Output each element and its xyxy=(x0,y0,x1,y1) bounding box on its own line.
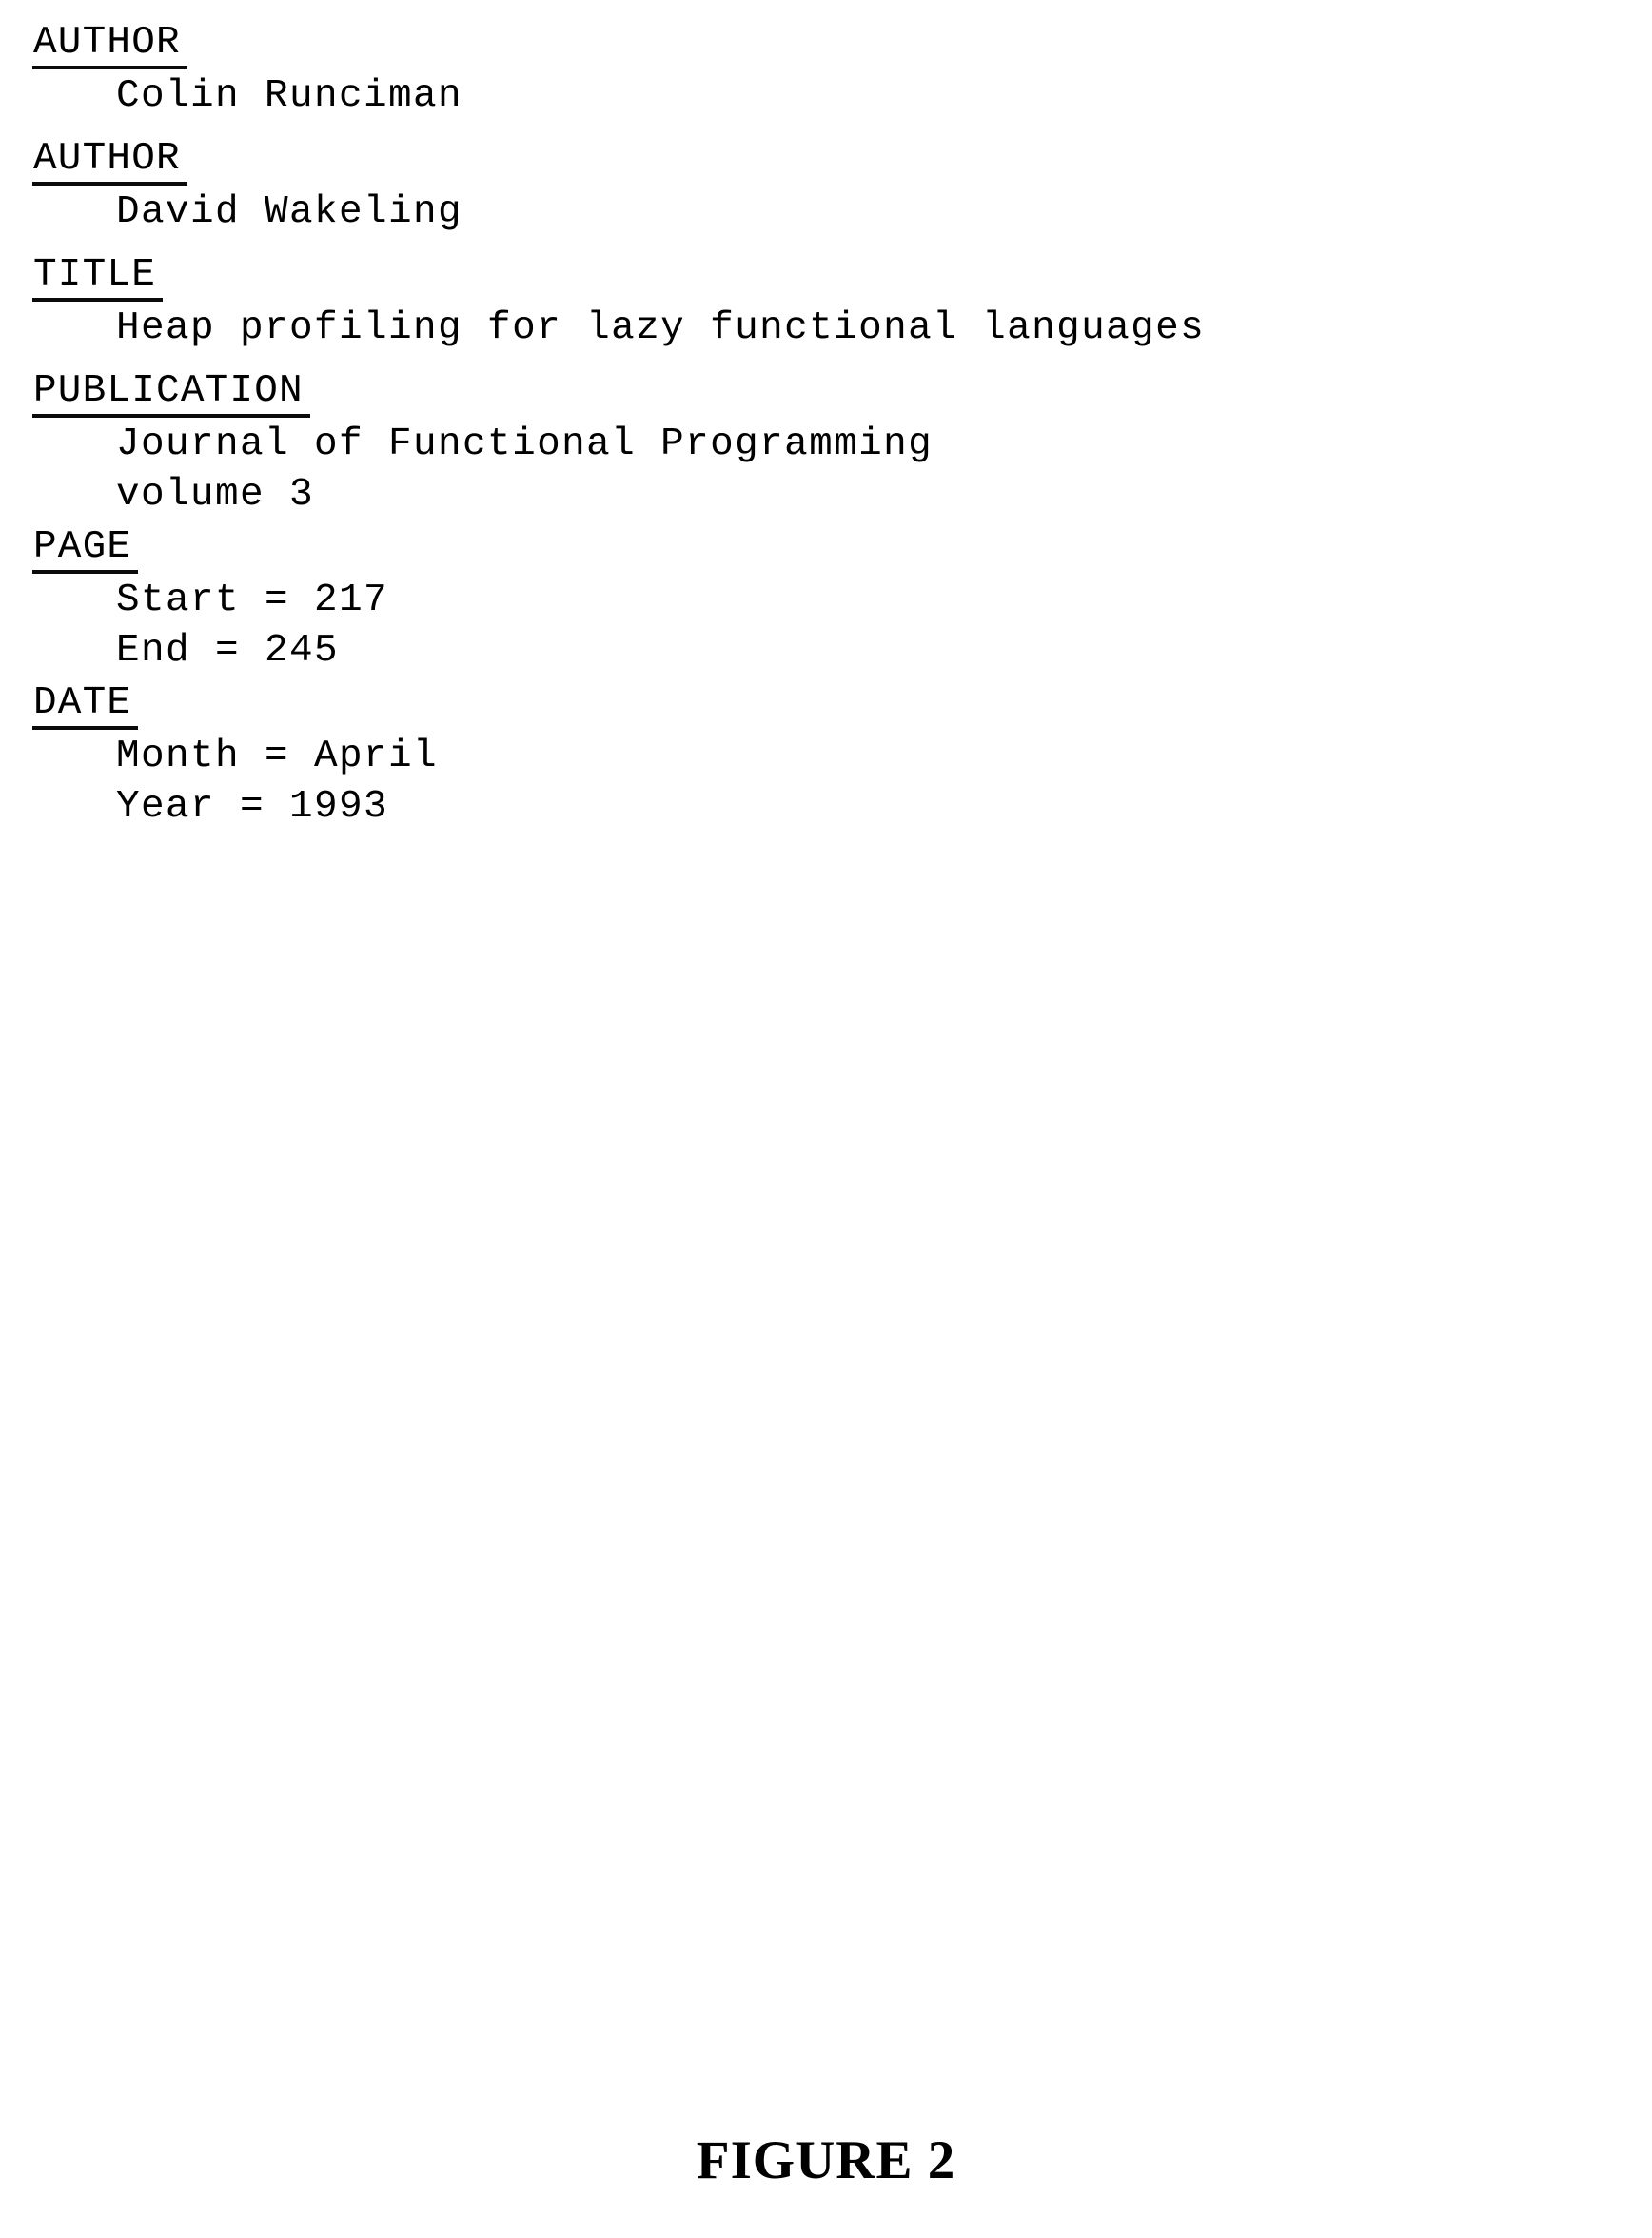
field-label-publication: PUBLICATION xyxy=(32,369,310,418)
field-values-author-2: David Wakeling xyxy=(116,187,462,238)
field-value-line: Colin Runciman xyxy=(116,74,463,118)
field-label-author-1: AUTHOR xyxy=(32,21,187,69)
field-label-page: PAGE xyxy=(31,525,139,574)
field-value-line: David Wakeling xyxy=(116,190,463,234)
field-value-line: End = 245 xyxy=(116,629,340,673)
field-values-title: Heap profiling for lazy functional langu… xyxy=(116,304,1205,354)
field-values-author-1: Colin Runciman xyxy=(116,71,462,122)
field-label-date: DATE xyxy=(31,681,139,730)
field-value-line: Journal of Functional Programming xyxy=(116,422,934,466)
field-values-page: Start = 217 End = 245 xyxy=(116,576,388,677)
field-value-line: Year = 1993 xyxy=(116,785,389,829)
field-label-title: TITLE xyxy=(31,253,164,302)
field-value-line: volume 3 xyxy=(116,473,315,517)
field-value-line: Start = 217 xyxy=(116,579,389,622)
field-value-line: Month = April xyxy=(116,735,439,778)
field-label-author-2: AUTHOR xyxy=(32,137,187,186)
field-value-line: Heap profiling for lazy functional langu… xyxy=(116,306,1206,350)
field-values-publication: Journal of Functional Programming volume… xyxy=(116,420,933,520)
figure-caption: FIGURE 2 xyxy=(696,2130,956,2190)
document-page: AUTHOR Colin Runciman AUTHOR David Wakel… xyxy=(0,0,1652,2238)
field-values-date: Month = April Year = 1993 xyxy=(116,732,438,833)
